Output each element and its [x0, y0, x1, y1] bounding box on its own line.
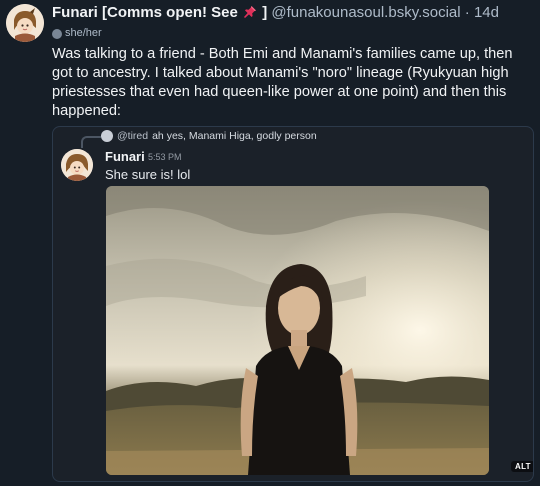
display-name[interactable]: Funari [Comms open! See [52, 4, 238, 21]
pronouns-row: she/her [52, 27, 102, 40]
reply-branch-line [81, 136, 101, 148]
reply-reference[interactable]: @tired ah yes, Manami Higa, godly person [101, 129, 317, 143]
alt-text-badge[interactable]: ALT [511, 461, 533, 472]
display-name-suffix[interactable]: ] [262, 4, 267, 21]
post-card: Funari [Comms open! See ] @funakounasoul… [0, 0, 540, 486]
pronoun-badge-icon [52, 28, 62, 39]
message-author: Funari [105, 149, 145, 164]
author-avatar[interactable] [6, 4, 44, 42]
message-time: 5:53 PM [148, 152, 182, 162]
reply-text: ah yes, Manami Higa, godly person [152, 130, 317, 142]
message-author-avatar [61, 149, 93, 181]
reply-user-avatar [101, 130, 113, 142]
pronouns-text: she/her [65, 27, 102, 39]
pushpin-icon [243, 5, 257, 19]
reply-user: @tired [117, 130, 149, 142]
avatar-illustration [6, 4, 44, 42]
separator-dot: · [464, 4, 470, 21]
post-body: Was talking to a friend - Both Emi and M… [52, 46, 513, 119]
attached-photo[interactable] [106, 186, 489, 475]
message-text: She sure is! lol [105, 167, 191, 182]
photo-woman-in-field [106, 186, 489, 475]
post-age[interactable]: 14d [474, 4, 499, 21]
embedded-screenshot[interactable]: @tired ah yes, Manami Higa, godly person… [52, 126, 534, 482]
message-avatar-illustration [61, 149, 93, 181]
author-line: Funari [Comms open! See ] @funakounasoul… [52, 4, 532, 22]
author-handle[interactable]: @funakounasoul.bsky.social [271, 4, 460, 21]
